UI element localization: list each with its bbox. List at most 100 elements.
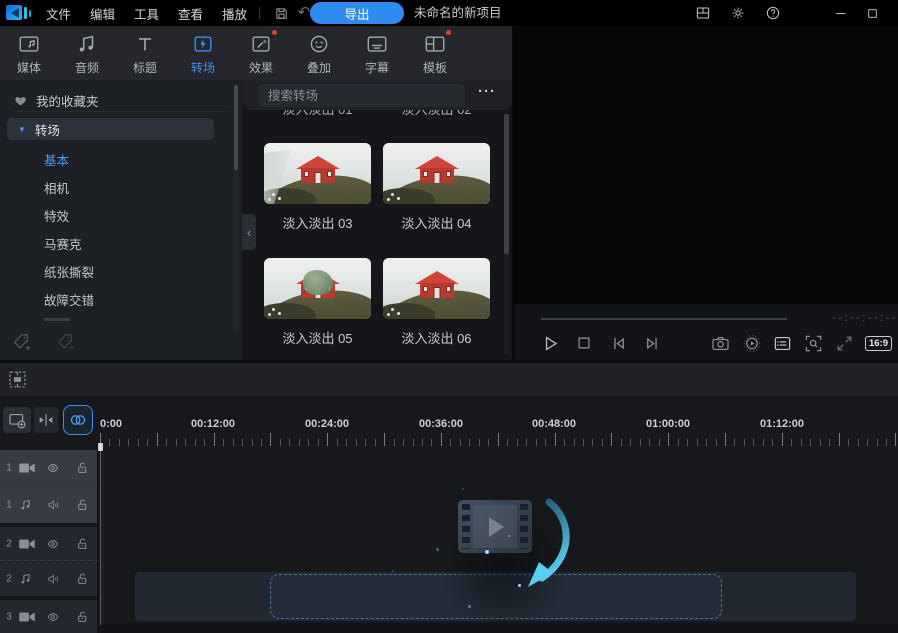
previous-frame-icon [609,334,628,353]
track-mute-toggle[interactable] [46,499,61,512]
unlock-icon [76,498,89,512]
snapshot-button[interactable] [710,332,732,354]
settings-button[interactable] [727,2,749,24]
track-number: 2 [3,538,15,549]
previous-frame-button[interactable] [607,332,629,354]
app-logo-icon [4,3,34,23]
stop-button[interactable] [573,332,595,354]
tab-templates[interactable]: 模板 [406,26,464,80]
transitions-scrollbar-thumb[interactable] [504,114,509,254]
track-lock-toggle[interactable] [76,498,89,512]
sidebar-item-fx[interactable]: 特效 [44,206,69,225]
sidebar-item-paper-tear[interactable]: 纸张撕裂 [44,262,94,281]
track-visibility-toggle[interactable] [46,462,60,474]
transition-card-fade-03[interactable] [264,143,371,204]
menu-play[interactable]: 播放 [222,4,247,23]
drop-arrow-icon [430,490,590,600]
play-button[interactable] [539,332,561,354]
display-settings-button[interactable] [772,332,794,354]
snap-icon [37,411,55,429]
unlock-icon [76,572,89,586]
menu-view[interactable]: 查看 [178,4,203,23]
sidebar-group-transitions[interactable]: ▼ 转场 [7,118,214,140]
unlock-icon [76,610,89,624]
track-lock-toggle[interactable] [76,610,89,624]
add-media-icon [8,411,27,430]
tab-label: 效果 [249,59,273,76]
preview-panel: --:--:--:-- [515,26,898,360]
speaker-icon [46,499,61,512]
playhead[interactable] [98,443,104,625]
tab-media[interactable]: 媒体 [0,26,58,80]
track-lock-toggle[interactable] [76,537,89,551]
playback-controls [539,332,663,354]
track-mute-toggle[interactable] [46,572,61,585]
titlebar-divider [259,7,260,19]
transition-label: 淡入淡出 05 [264,328,371,347]
fullscreen-button[interactable] [834,332,856,354]
zoom-fit-button[interactable] [803,332,825,354]
minimize-icon [834,6,848,20]
menu-edit[interactable]: 编辑 [90,4,115,23]
tab-titles[interactable]: 标题 [116,26,174,80]
add-tag-icon[interactable] [12,332,32,352]
stop-icon [575,334,593,352]
track-visibility-toggle[interactable] [46,538,60,550]
transition-card-fade-04[interactable] [383,143,490,204]
effects-wand-icon [250,33,272,55]
template-icon [424,33,446,55]
sidebar-item-camera[interactable]: 相机 [44,178,69,197]
preview-seek-bar[interactable] [541,318,787,320]
track-number: 2 [3,573,15,584]
transition-card-fade-06[interactable] [383,258,490,319]
menu-file[interactable]: 文件 [46,4,71,23]
more-options-button[interactable]: ··· [478,83,496,100]
audio-track-icon [19,498,32,512]
next-frame-button[interactable] [641,332,663,354]
undo-icon: ↶ [298,4,311,21]
maximize-button[interactable] [861,2,883,24]
timeline-ruler[interactable] [100,432,898,447]
tab-subtitles[interactable]: 字幕 [348,26,406,80]
window-controls [830,0,898,26]
layout-button[interactable] [692,2,714,24]
sidebar-item-mosaic[interactable]: 马赛克 [44,234,82,253]
auto-ripple-toggle-button[interactable] [63,405,93,435]
preview-tools: 16:9 [710,332,892,354]
menu-tools[interactable]: 工具 [134,4,159,23]
collapse-sidebar-button[interactable]: ‹ [242,214,256,250]
tab-audio[interactable]: 音频 [58,26,116,80]
tab-overlays[interactable]: 叠加 [290,26,348,80]
track-visibility-toggle[interactable] [46,611,60,623]
render-preview-button[interactable] [741,332,763,354]
tag-buttons [12,332,76,352]
track-lock-toggle[interactable] [76,461,89,475]
aspect-ratio-button[interactable]: 16:9 [865,336,892,351]
save-button[interactable] [270,2,292,24]
sidebar-item-basic[interactable]: 基本 [44,150,69,169]
sparkle-dot [468,605,471,608]
transition-card-fade-05[interactable] [264,258,371,319]
close-button[interactable] [892,2,898,24]
sidebar-favorites[interactable]: 我的收藏夹 [14,90,228,112]
new-badge [446,30,451,35]
manage-tracks-button[interactable] [6,368,28,390]
music-note-icon [76,33,98,55]
search-input[interactable] [258,84,465,107]
remove-tag-icon[interactable] [56,332,76,352]
track-header-video-3: 3 [0,600,97,633]
snap-toggle-button[interactable] [34,407,58,433]
sidebar-scrollbar-thumb[interactable] [234,85,238,170]
tab-transitions[interactable]: 转场 [174,26,232,80]
minimize-button[interactable] [830,2,852,24]
group-label: 转场 [35,120,60,139]
add-media-to-track-button[interactable] [3,407,31,433]
play-icon [541,334,560,353]
track-lock-toggle[interactable] [76,572,89,586]
export-button[interactable]: 导出 [310,2,404,24]
tab-effects[interactable]: 效果 [232,26,290,80]
sidebar-item-glitch[interactable]: 故障交错 [44,290,94,309]
app-window: 文件 编辑 工具 查看 播放 ↶ ↷ 导出 未命名的新项目 [0,0,898,633]
track-header-audio-1: 1 [0,487,97,523]
help-button[interactable] [762,2,784,24]
